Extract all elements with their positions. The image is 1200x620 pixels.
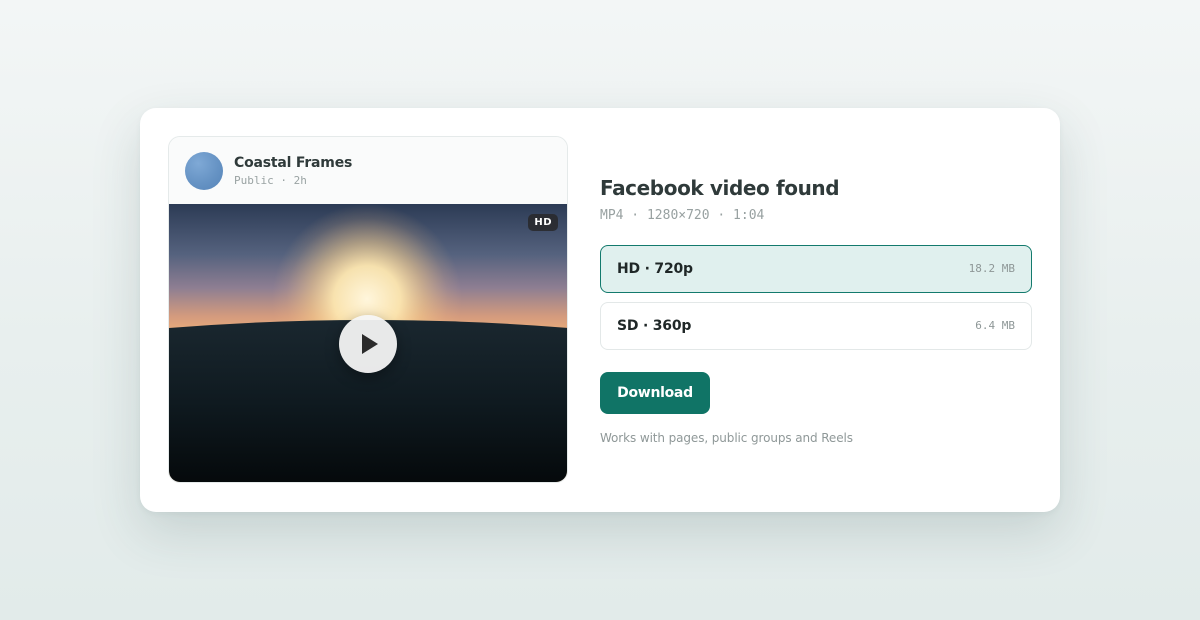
play-button[interactable] xyxy=(339,315,397,373)
quality-label: SD · 360p xyxy=(617,318,692,334)
result-panel: Facebook video found MP4 · 1280×720 · 1:… xyxy=(600,176,1032,445)
post-header: Coastal Frames Public · 2h xyxy=(169,137,567,204)
post-preview: Coastal Frames Public · 2h HD xyxy=(168,136,568,483)
result-title: Facebook video found xyxy=(600,176,840,200)
quality-label: HD · 720p xyxy=(617,261,693,277)
post-author: Coastal Frames xyxy=(234,155,353,171)
quality-option-sd[interactable]: SD · 360p 6.4 MB xyxy=(600,302,1032,350)
support-note: Works with pages, public groups and Reel… xyxy=(600,431,853,445)
video-result-card: Coastal Frames Public · 2h HD Facebook v… xyxy=(140,108,1060,512)
avatar xyxy=(185,152,223,190)
post-meta: Public · 2h xyxy=(234,174,307,187)
play-icon xyxy=(362,334,378,354)
video-specs: MP4 · 1280×720 · 1:04 xyxy=(600,208,765,223)
file-size: 18.2 MB xyxy=(968,262,1015,275)
video-thumbnail[interactable]: HD xyxy=(169,204,567,482)
hd-badge: HD xyxy=(528,214,558,231)
file-size: 6.4 MB xyxy=(975,319,1015,332)
quality-option-hd[interactable]: HD · 720p 18.2 MB xyxy=(600,245,1032,293)
download-button[interactable]: Download xyxy=(600,372,710,414)
